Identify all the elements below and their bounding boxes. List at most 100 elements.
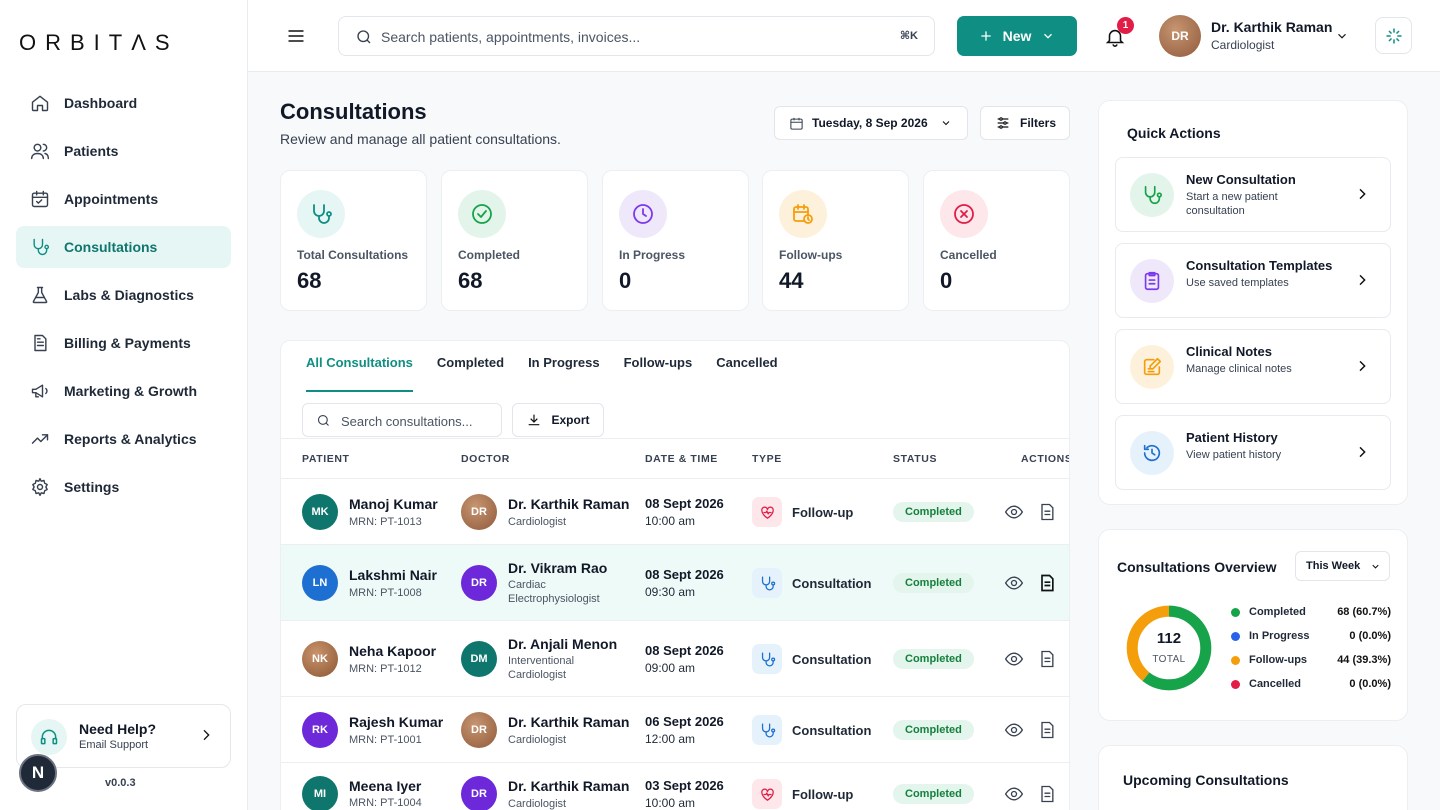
sidebar-item-label: Appointments <box>64 191 159 207</box>
export-button[interactable]: Export <box>512 403 604 437</box>
sliders-icon <box>997 117 1009 129</box>
eye-icon[interactable] <box>1004 502 1024 522</box>
quick-action-subtitle: Manage clinical notes <box>1186 363 1292 375</box>
date-picker[interactable]: Tuesday, 8 Sep 2026 <box>774 106 968 140</box>
search-input[interactable] <box>381 26 861 48</box>
dev-badge[interactable]: N <box>19 754 57 792</box>
table-row[interactable]: LN Lakshmi Nair MRN: PT-1008 DR Dr. Vikr… <box>281 545 1069 621</box>
legend-item: Completed 68 (60.7%) <box>1231 605 1391 621</box>
app-logo[interactable]: ORBITΛS <box>19 30 179 56</box>
patient-name[interactable]: Manoj Kumar <box>349 496 438 512</box>
consultation-type: Consultation <box>792 723 872 738</box>
global-search[interactable]: ⌘K <box>338 16 935 56</box>
sidebar-item-labs[interactable]: Labs & Diagnostics <box>16 274 231 316</box>
sidebar-item-dashboard[interactable]: Dashboard <box>16 82 231 124</box>
download-icon <box>529 414 540 426</box>
eye-icon[interactable] <box>1004 573 1024 593</box>
patient-name[interactable]: Meena Iyer <box>349 778 421 794</box>
quick-actions-card: Quick Actions New Consultation Start a n… <box>1098 100 1408 505</box>
user-role: Cardiologist <box>1211 38 1275 52</box>
column-header[interactable]: STATUS <box>893 453 937 465</box>
user-name[interactable]: Dr. Karthik Raman <box>1211 19 1332 35</box>
sidebar-item-settings[interactable]: Settings <box>16 466 231 508</box>
table-row[interactable]: MI Meena Iyer MRN: PT-1004 DR Dr. Karthi… <box>281 763 1069 810</box>
gear-icon <box>32 477 48 497</box>
stat-value: 44 <box>779 268 804 293</box>
sidebar-item-label: Reports & Analytics <box>64 431 197 447</box>
document-icon[interactable] <box>1037 573 1057 593</box>
top-header: ⌘K New 1 DR Dr. Karthik Raman Cardiologi… <box>248 0 1440 72</box>
column-header[interactable]: TYPE <box>752 453 782 465</box>
chevron-down-icon <box>1372 564 1379 569</box>
sidebar-item-marketing[interactable]: Marketing & Growth <box>16 370 231 412</box>
doctor-avatar: DR <box>461 776 497 810</box>
stat-in-progress[interactable]: In Progress 0 <box>602 170 749 311</box>
eye-icon[interactable] <box>1004 720 1024 740</box>
column-header[interactable]: DOCTOR <box>461 453 510 465</box>
new-button[interactable]: New <box>957 16 1077 56</box>
column-header[interactable]: DATE & TIME <box>645 453 718 465</box>
sidebar-item-billing[interactable]: Billing & Payments <box>16 322 231 364</box>
donut-total-label: TOTAL <box>1152 654 1186 665</box>
quick-action-new-consultation[interactable]: New Consultation Start a new patient con… <box>1115 157 1391 232</box>
sidebar-item-reports[interactable]: Reports & Analytics <box>16 418 231 460</box>
doctor-avatar: DR <box>461 565 497 601</box>
stat-completed[interactable]: Completed 68 <box>441 170 588 311</box>
status-tabs: All Consultations Completed In Progress … <box>306 355 802 392</box>
document-icon[interactable] <box>1037 720 1057 740</box>
stat-cancelled[interactable]: Cancelled 0 <box>923 170 1070 311</box>
stat-label: Completed <box>458 248 521 262</box>
patient-name[interactable]: Neha Kapoor <box>349 643 436 659</box>
document-icon[interactable] <box>1037 784 1057 804</box>
table-row[interactable]: NK Neha Kapoor MRN: PT-1012 DM Dr. Anjal… <box>281 621 1069 697</box>
calendar-icon <box>790 117 803 130</box>
legend-label: In Progress <box>1249 630 1310 642</box>
stat-follow-ups[interactable]: Follow-ups 44 <box>762 170 909 311</box>
sidebar-item-patients[interactable]: Patients <box>16 130 231 172</box>
column-header[interactable]: PATIENT <box>302 453 350 465</box>
document-icon[interactable] <box>1037 649 1057 669</box>
overview-donut-chart <box>1126 605 1212 691</box>
stat-total[interactable]: Total Consultations 68 <box>280 170 427 311</box>
patient-name[interactable]: Lakshmi Nair <box>349 567 437 583</box>
chevron-down-icon[interactable] <box>1335 29 1349 43</box>
patient-avatar: MK <box>302 494 338 530</box>
quick-action-templates[interactable]: Consultation Templates Use saved templat… <box>1115 243 1391 318</box>
eye-icon[interactable] <box>1004 649 1024 669</box>
quick-action-clinical-notes[interactable]: Clinical Notes Manage clinical notes <box>1115 329 1391 404</box>
tab-follow-ups[interactable]: Follow-ups <box>624 355 693 392</box>
sidebar-item-label: Dashboard <box>64 95 138 111</box>
quick-action-patient-history[interactable]: Patient History View patient history <box>1115 415 1391 490</box>
chevron-down-icon <box>942 121 950 126</box>
search-icon <box>317 414 329 426</box>
doctor-specialty: Cardiac Electrophysiologist <box>508 579 600 605</box>
clipboard-icon <box>1130 259 1174 303</box>
donut-total: 112 <box>1156 630 1182 647</box>
stethoscope-icon <box>1130 173 1174 217</box>
table-search[interactable] <box>302 403 502 437</box>
sidebar-item-label: Patients <box>64 143 119 159</box>
filters-button[interactable]: Filters <box>980 106 1070 140</box>
ai-assistant-button[interactable] <box>1375 17 1412 54</box>
stat-value: 68 <box>297 268 322 293</box>
tab-in-progress[interactable]: In Progress <box>528 355 600 392</box>
consultation-search-input[interactable] <box>341 411 491 431</box>
patient-avatar: NK <box>302 641 338 677</box>
eye-icon[interactable] <box>1004 784 1024 804</box>
patient-mrn: MRN: PT-1001 <box>349 734 422 746</box>
avatar[interactable]: DR <box>1159 15 1201 57</box>
sidebar-item-appointments[interactable]: Appointments <box>16 178 231 220</box>
document-icon[interactable] <box>1037 502 1057 522</box>
tab-cancelled[interactable]: Cancelled <box>716 355 777 392</box>
table-row[interactable]: MK Manoj Kumar MRN: PT-1013 DR Dr. Karth… <box>281 479 1069 545</box>
chevron-right-icon <box>1359 446 1366 458</box>
patient-name[interactable]: Rajesh Kumar <box>349 714 443 730</box>
menu-icon[interactable] <box>286 26 306 46</box>
clock-icon <box>619 190 667 238</box>
sidebar-item-consultations[interactable]: Consultations <box>16 226 231 268</box>
table-row[interactable]: RK Rajesh Kumar MRN: PT-1001 DR Dr. Kart… <box>281 697 1069 763</box>
tab-completed[interactable]: Completed <box>437 355 504 392</box>
tab-all[interactable]: All Consultations <box>306 355 413 392</box>
range-select[interactable]: This Week <box>1295 551 1390 581</box>
sidebar-item-label: Marketing & Growth <box>64 383 198 399</box>
